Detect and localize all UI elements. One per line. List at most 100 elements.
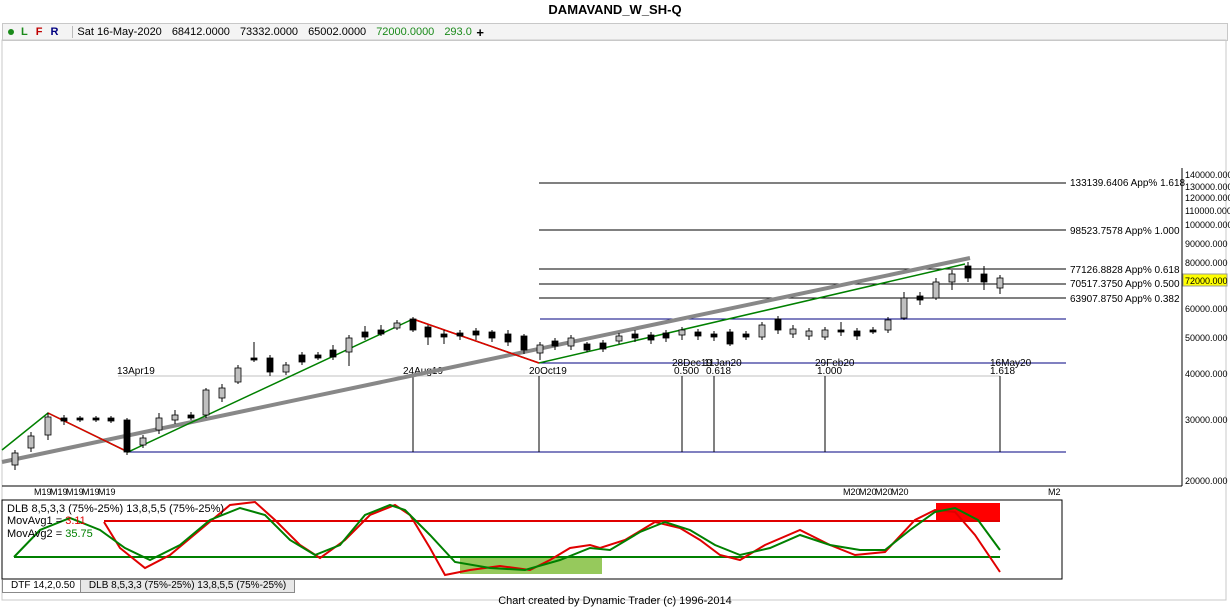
candle-body <box>599 342 607 350</box>
svg-text:90000.000: 90000.000 <box>1185 239 1228 249</box>
price-axis: 140000.000 130000.000 120000.000 110000.… <box>1185 170 1230 486</box>
svg-text:30000.000: 30000.000 <box>1185 415 1228 425</box>
candle-body <box>218 387 226 399</box>
svg-text:120000.000: 120000.000 <box>1185 193 1230 203</box>
current-price-value: 72000.000 <box>1185 276 1228 286</box>
svg-text:M20: M20 <box>875 487 893 497</box>
candle-body <box>821 329 829 338</box>
candle-body <box>869 329 877 333</box>
study-tabs: DTF 14,2,0.50 DLB 8,5,3,3 (75%-25%) 13,8… <box>2 580 296 593</box>
candle-body <box>234 367 242 383</box>
tab-dtf[interactable]: DTF 14,2,0.50 <box>2 580 84 593</box>
candle-body <box>187 414 195 419</box>
projection-label: 133139.6406 App% 1.618 <box>1070 178 1186 189</box>
date-lines <box>412 376 1001 452</box>
candle-body <box>536 344 544 354</box>
candle-body <box>948 273 956 283</box>
date-marker: 20Oct19 <box>529 366 567 377</box>
candle-body <box>583 343 591 351</box>
candle-body <box>92 417 100 421</box>
candle-body <box>202 389 210 416</box>
candle-body <box>900 297 908 319</box>
candle-body <box>694 331 702 337</box>
candle-body <box>916 295 924 301</box>
candle-body <box>964 265 972 279</box>
svg-text:100000.000: 100000.000 <box>1185 220 1230 230</box>
svg-text:20000.000: 20000.000 <box>1185 476 1228 486</box>
svg-text:M19: M19 <box>34 487 52 497</box>
candle-body <box>27 435 35 449</box>
candle-body <box>393 322 401 329</box>
candle-body <box>551 340 559 347</box>
candle-body <box>171 414 179 421</box>
candle-body <box>123 419 131 453</box>
svg-text:60000.000: 60000.000 <box>1185 304 1228 314</box>
candle-body <box>266 357 274 373</box>
svg-text:M2: M2 <box>1048 487 1061 497</box>
candle-body <box>345 337 353 353</box>
date-marker: 13Apr19 <box>117 366 155 377</box>
candle-body <box>567 337 575 347</box>
candle-body <box>678 329 686 336</box>
candle-body <box>329 349 337 358</box>
candle-body <box>710 333 718 338</box>
red-swing-line <box>47 412 129 453</box>
projection-label: 70517.3750 App% 0.500 <box>1070 279 1180 290</box>
svg-text:80000.000: 80000.000 <box>1185 258 1228 268</box>
chart-frame <box>1 39 1227 601</box>
red-swing-line <box>412 318 540 364</box>
movavg2-value: 35.75 <box>65 528 93 540</box>
candle-body <box>440 333 448 338</box>
candle-body <box>298 354 306 363</box>
svg-text:M19: M19 <box>50 487 68 497</box>
ratio-marker: 0.618 <box>706 366 731 377</box>
candle-body <box>107 417 115 422</box>
candle-body <box>647 334 655 341</box>
candle-body <box>409 318 417 331</box>
svg-text:M20: M20 <box>891 487 909 497</box>
candle-body <box>884 319 892 331</box>
svg-text:M19: M19 <box>98 487 116 497</box>
movavg1-readout: MovAvg1 = 3.11 <box>7 515 86 527</box>
candle-body <box>932 281 940 299</box>
candle-body <box>424 326 432 338</box>
projection-label: 63907.8750 App% 0.382 <box>1070 294 1180 305</box>
candle-body <box>76 417 84 421</box>
movavg1-value: 3.11 <box>65 515 86 527</box>
candle-body <box>805 330 813 337</box>
footer-credit: Chart created by Dynamic Trader (c) 1996… <box>498 595 732 607</box>
candle-body <box>520 335 528 351</box>
candle-body <box>853 330 861 337</box>
candle-body <box>155 417 163 431</box>
candle-body <box>488 331 496 339</box>
ratio-marker: 0.500 <box>674 366 699 377</box>
candle-body <box>631 333 639 339</box>
tab-dlb[interactable]: DLB 8,5,3,3 (75%-25%) 13,8,5,5 (75%-25%) <box>79 580 296 593</box>
candle-body <box>980 273 988 283</box>
candle-body <box>361 331 369 338</box>
movavg2-readout: MovAvg2 = 35.75 <box>7 528 93 540</box>
time-axis: M19 M19 M19 M19 M19 M20 M20 M20 M20 M2 <box>34 487 1061 497</box>
candle-body <box>250 357 258 361</box>
candle-body <box>314 354 322 359</box>
candle-body <box>726 331 734 345</box>
ratio-marker: 1.618 <box>990 366 1015 377</box>
price-chart[interactable]: 133139.6406 App% 1.618 98523.7578 App% 1… <box>0 0 1230 609</box>
candle-body <box>282 364 290 373</box>
svg-text:M19: M19 <box>82 487 100 497</box>
svg-text:M19: M19 <box>66 487 84 497</box>
ratio-marker: 1.000 <box>817 366 842 377</box>
candle-body <box>504 333 512 343</box>
candle-body <box>742 333 750 338</box>
candle-body <box>44 416 52 436</box>
candle-body <box>377 329 385 335</box>
candle-body <box>758 324 766 338</box>
candle-body <box>662 332 670 339</box>
projection-label: 77126.8828 App% 0.618 <box>1070 265 1180 276</box>
candle-body <box>837 329 845 333</box>
svg-text:M20: M20 <box>859 487 877 497</box>
svg-text:50000.000: 50000.000 <box>1185 333 1228 343</box>
candle-body <box>774 318 782 331</box>
svg-text:140000.000: 140000.000 <box>1185 170 1230 180</box>
svg-text:110000.000: 110000.000 <box>1185 206 1230 216</box>
